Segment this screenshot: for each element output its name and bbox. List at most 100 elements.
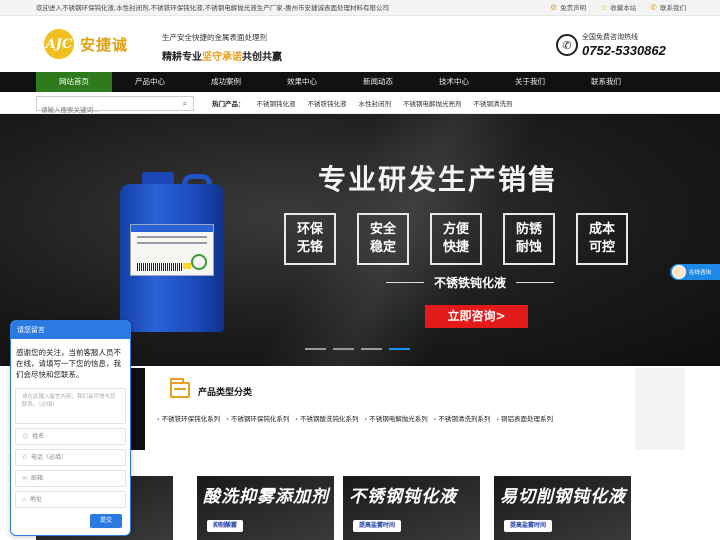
banner-subtitle: 不锈铁钝化液 (386, 274, 555, 291)
hotline-label: 全国免费咨询热线 (582, 33, 638, 41)
logo[interactable]: AJC 安捷诚 (44, 29, 128, 59)
nav-item-contact[interactable]: 联系我们 (568, 72, 644, 92)
hotline-number: 0752-5330862 (582, 43, 666, 58)
nav-item-home[interactable]: 网站首页 (36, 72, 112, 92)
category-link[interactable]: 不锈钢清洗剂系列 (434, 413, 490, 423)
nav-item-tech[interactable]: 技术中心 (416, 72, 492, 92)
feature-boxes: 环保无铬 安全稳定 方便快捷 防锈耐蚀 成本可控 (284, 213, 628, 265)
hot-item[interactable]: 不锈钢钝化液 (257, 98, 296, 108)
carousel-dot[interactable] (333, 348, 354, 350)
divider (516, 282, 555, 283)
address-field[interactable]: ⌂ 地址 (15, 491, 126, 508)
feature-box: 成本 可控 (576, 213, 628, 265)
hot-products: 热门产品： 不锈钢钝化液 不锈铁钝化液 水性封闭剂 不锈钢电解抛光亮剂 不锈钢清… (212, 92, 513, 114)
category-link[interactable]: 不锈钢环保钝化系列 (226, 413, 290, 423)
site-header: AJC 安捷诚 生产安全快捷的金属表面处理剂 精耕专业坚守承诺共创共赢 ✆ 全国… (0, 16, 720, 72)
hot-item[interactable]: 不锈钢清洗剂 (474, 98, 513, 108)
hot-item[interactable]: 不锈铁钝化液 (308, 98, 347, 108)
hot-item[interactable]: 不锈钢电解抛光亮剂 (403, 98, 462, 108)
submit-button[interactable]: 提交 (90, 514, 122, 528)
consult-now-button[interactable]: 立即咨询> (425, 305, 528, 328)
popup-title: 请您留言 (11, 321, 130, 339)
disclaimer-link[interactable]: ⚙ 免责声明 (550, 0, 586, 16)
category-links: 不锈铁环保钝化系列 不锈钢环保钝化系列 不锈钢酸洗钝化系列 不锈钢电解抛光系列 … (157, 413, 559, 423)
name-field[interactable]: ☺ 姓名 (15, 428, 126, 445)
product-card-tag: 抑制酸雾 (207, 520, 244, 532)
feature-line: 耐蚀 (515, 240, 542, 255)
nav-item-news[interactable]: 新闻动态 (340, 72, 416, 92)
mail-icon: ✉ (22, 475, 28, 482)
message-textarea[interactable]: 请在此输入留言内容，我们会尽快与您联系。（必填） (15, 388, 126, 424)
nav-item-about[interactable]: 关于我们 (492, 72, 568, 92)
agent-avatar (672, 265, 686, 279)
feature-line: 防锈 (515, 222, 542, 237)
carousel-dot[interactable] (305, 348, 326, 350)
phone-icon: ✆ (22, 454, 28, 461)
feature-box: 方便 快捷 (430, 213, 482, 265)
jerrycan-cap (142, 172, 174, 184)
nav-item-effects[interactable]: 效果中心 (264, 72, 340, 92)
category-link[interactable]: 不锈钢电解抛光系列 (365, 413, 428, 423)
product-category-band: 产品类型分类 不锈铁环保钝化系列 不锈钢环保钝化系列 不锈钢酸洗钝化系列 不锈钢… (145, 368, 635, 450)
feature-box: 安全 稳定 (357, 213, 409, 265)
product-card[interactable]: 不锈钢钝化液 提高盐雾时间 (343, 476, 480, 540)
product-card[interactable]: 易切削钢钝化液 提高盐雾时间 (494, 476, 631, 540)
location-icon: ⌂ (22, 496, 26, 503)
slogan-part-b: 坚守承诺 (202, 52, 242, 63)
email-field[interactable]: ✉ 邮箱 (15, 470, 126, 487)
product-card[interactable]: 酸洗抑雾添加剂 抑制酸雾 (197, 476, 334, 540)
divider (386, 282, 424, 283)
welcome-text: 欢迎进入不锈钢环保钝化液,水性封闭剂,不锈铁环保钝化液,不锈钢电解抛光液生产厂家… (36, 4, 390, 12)
hot-label: 热门产品： (212, 100, 245, 108)
category-link[interactable]: 不锈铁环保钝化系列 (157, 413, 221, 423)
slogan-line1: 生产安全快捷的金属表面处理剂 (162, 33, 267, 42)
search-icon[interactable]: ⌕ (178, 97, 192, 110)
contact-link[interactable]: ✆ 联系我们 (650, 0, 686, 16)
online-service-label: 在线咨询 (689, 270, 712, 276)
nav-item-cases[interactable]: 成功案例 (188, 72, 264, 92)
field-placeholder: 电话（必填） (31, 454, 68, 461)
feature-line: 环保 (296, 222, 323, 237)
product-card-title: 易切削钢钝化液 (500, 487, 626, 507)
feature-box: 环保 无铬 (284, 213, 336, 265)
slogan-part-a: 精耕专业 (162, 52, 202, 63)
feature-line: 方便 (442, 222, 469, 237)
slogan: 生产安全快捷的金属表面处理剂 精耕专业坚守承诺共创共赢 (162, 32, 282, 63)
carousel-dots (305, 348, 410, 350)
hot-item[interactable]: 水性封闭剂 (359, 98, 392, 108)
feature-line: 成本 (588, 222, 615, 237)
logo-text: 安捷诚 (80, 35, 129, 54)
feature-line: 可控 (588, 240, 615, 255)
user-icon: ☺ (22, 433, 29, 440)
online-service-button[interactable]: 在线咨询 (670, 264, 720, 280)
disclaimer-label: 免责声明 (560, 4, 587, 12)
product-card-title: 不锈钢钝化液 (349, 487, 457, 507)
feature-line: 快捷 (442, 240, 469, 255)
jerrycan-label (130, 224, 214, 276)
banner-subtitle-text: 不锈铁钝化液 (434, 276, 507, 290)
bookmark-link[interactable]: ☆ 收藏本站 (600, 0, 636, 16)
category-link[interactable]: 不锈钢酸洗钝化系列 (295, 413, 359, 423)
slogan-part-c: 共创共赢 (242, 52, 282, 63)
feature-line: 稳定 (369, 240, 396, 255)
field-placeholder: 地址 (29, 496, 42, 503)
disclaimer-icon: ⚙ (549, 3, 558, 12)
carousel-dot[interactable] (361, 348, 382, 350)
feature-line: 无铬 (296, 240, 323, 255)
feature-line: 安全 (369, 222, 396, 237)
search-box: ⌕ (36, 96, 194, 117)
star-icon: ☆ (600, 3, 608, 12)
nav-item-products[interactable]: 产品中心 (112, 72, 188, 92)
category-link[interactable]: 铜铝表面处理系列 (496, 413, 553, 423)
leave-message-popup: 请您留言 感谢您的关注，当前客服人员不在线，请填写一下您的信息，我们会尽快和您联… (10, 320, 131, 536)
carousel-dot-active[interactable] (389, 348, 410, 350)
category-band-right (635, 368, 685, 450)
phone-field[interactable]: ✆ 电话（必填） (15, 449, 126, 466)
product-jerrycan-image (120, 172, 224, 332)
bookmark-label: 收藏本站 (610, 4, 637, 12)
product-card-title: 酸洗抑雾添加剂 (203, 487, 329, 507)
top-bar: 欢迎进入不锈钢环保钝化液,水性封闭剂,不锈铁环保钝化液,不锈钢电解抛光液生产厂家… (0, 0, 720, 16)
feature-box: 防锈 耐蚀 (503, 213, 555, 265)
contact-label: 联系我们 (660, 4, 686, 12)
barcode-icon (137, 263, 183, 271)
